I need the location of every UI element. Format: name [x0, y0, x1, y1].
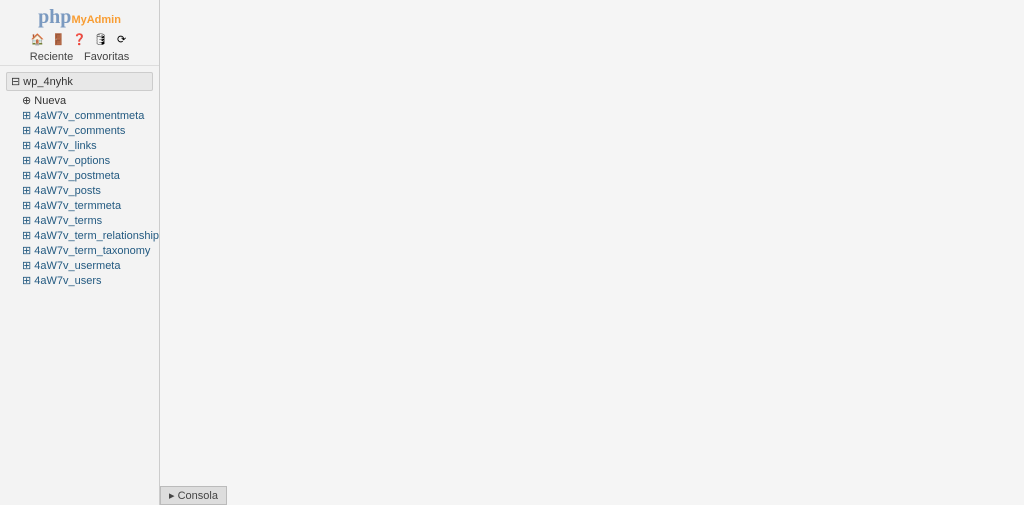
tree-new-table[interactable]: ⊕ Nueva [2, 93, 157, 108]
tab-recent[interactable]: Reciente [26, 51, 77, 63]
tree-table[interactable]: ⊞ 4aW7v_commentmeta [2, 108, 157, 123]
home-icon[interactable]: 🏠 [30, 33, 44, 47]
tree-table[interactable]: ⊞ 4aW7v_termmeta [2, 198, 157, 213]
reload-icon[interactable]: ⟳ [115, 33, 129, 47]
logout-icon[interactable]: 🚪 [51, 33, 65, 47]
db-tree: ⊟ wp_4nyhk ⊕ Nueva ⊞ 4aW7v_commentmeta⊞ … [0, 66, 159, 292]
nav-tabs: Reciente Favoritas [0, 49, 159, 66]
tree-database[interactable]: ⊟ wp_4nyhk [6, 72, 153, 91]
tree-table[interactable]: ⊞ 4aW7v_postmeta [2, 168, 157, 183]
nav-shortcuts[interactable]: 🏠 🚪 ❓ 🛢 ⟳ [0, 31, 159, 49]
sql-icon[interactable]: 🛢 [94, 33, 108, 47]
console-tab[interactable]: ▸ Consola [160, 486, 227, 505]
tree-table[interactable]: ⊞ 4aW7v_comments [2, 123, 157, 138]
docs-icon[interactable]: ❓ [73, 33, 87, 47]
tree-table[interactable]: ⊞ 4aW7v_usermeta [2, 258, 157, 273]
tree-table[interactable]: ⊞ 4aW7v_posts [2, 183, 157, 198]
logo[interactable]: phpMyAdmin [0, 0, 159, 31]
tree-table[interactable]: ⊞ 4aW7v_links [2, 138, 157, 153]
tree-table[interactable]: ⊞ 4aW7v_options [2, 153, 157, 168]
tree-table[interactable]: ⊞ 4aW7v_terms [2, 213, 157, 228]
tree-table[interactable]: ⊞ 4aW7v_term_relationships [2, 228, 157, 243]
tab-favorites[interactable]: Favoritas [80, 51, 133, 63]
tree-table[interactable]: ⊞ 4aW7v_users [2, 273, 157, 288]
tree-table[interactable]: ⊞ 4aW7v_term_taxonomy [2, 243, 157, 258]
navigation-panel: phpMyAdmin 🏠 🚪 ❓ 🛢 ⟳ Reciente Favoritas … [0, 0, 160, 505]
